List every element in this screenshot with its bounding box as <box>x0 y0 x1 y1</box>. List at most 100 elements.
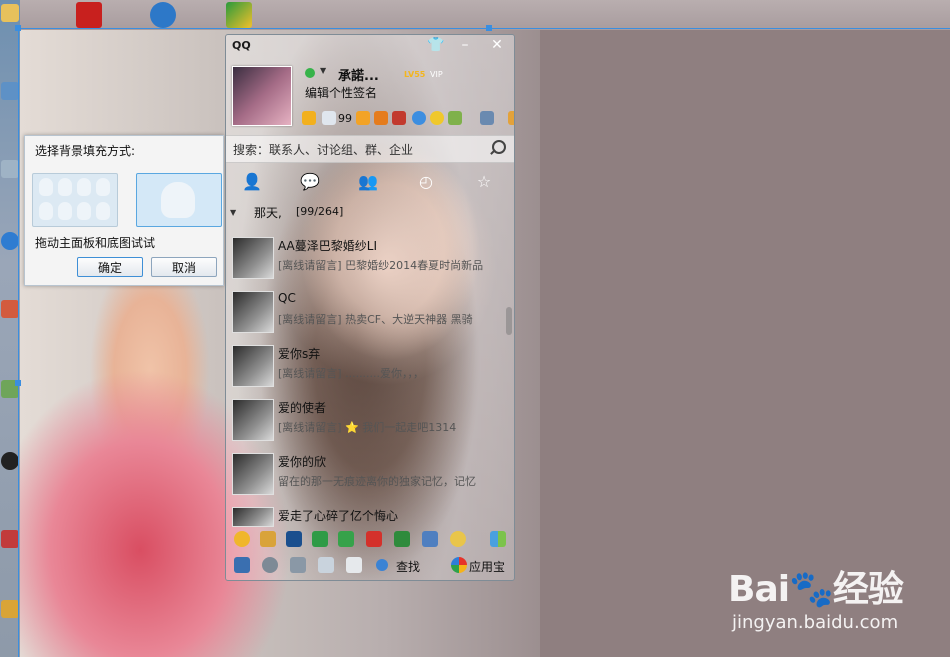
penguin-icon <box>96 202 110 220</box>
cart-icon[interactable] <box>356 111 370 125</box>
app-store-button[interactable]: 应用宝 <box>469 558 505 575</box>
app-icon[interactable] <box>394 531 410 547</box>
contact-name: 爱你的欣 <box>278 455 327 469</box>
file-icon[interactable] <box>318 557 334 573</box>
search-icon[interactable] <box>492 140 506 154</box>
selection-handle[interactable] <box>15 380 21 386</box>
selection-handle[interactable] <box>15 25 21 31</box>
tab-groups-icon[interactable]: 👥 <box>358 172 378 192</box>
penguin-icon <box>39 202 53 220</box>
tab-messages-icon[interactable]: 💬 <box>300 172 320 192</box>
vip-badge[interactable]: VIP <box>430 70 443 79</box>
avatar[interactable] <box>232 66 292 126</box>
signature-field[interactable]: 编辑个性签名 <box>305 84 377 101</box>
fill-option-tile[interactable] <box>32 173 118 227</box>
network-icon[interactable] <box>1 82 19 100</box>
photo-icon[interactable] <box>448 111 462 125</box>
selection-border-left <box>18 28 19 657</box>
pdf-icon[interactable] <box>76 2 102 28</box>
app-icon[interactable] <box>1 530 19 548</box>
speaker-icon[interactable] <box>290 557 306 573</box>
panel-tabs: 👤 💬 👥 ◴ ☆ <box>226 168 514 198</box>
contact-message: [离线请留言] ⭐ 我们一起走吧1314 <box>278 421 457 434</box>
browser-icon[interactable] <box>412 111 426 125</box>
online-status-icon[interactable] <box>305 68 315 78</box>
minimize-icon[interactable]: – <box>456 37 474 53</box>
recycle-bin-icon[interactable] <box>1 160 19 178</box>
app-icon[interactable] <box>450 531 466 547</box>
chevron-down-icon[interactable]: ▼ <box>320 66 326 75</box>
app-store-icon[interactable] <box>451 557 467 573</box>
contact-row[interactable]: 爱你s弃 [离线请留言] ..........爱你，，， <box>226 343 514 397</box>
contact-row[interactable]: QC [离线请留言] 热卖CF、大逆天神器 黑骑 <box>226 289 514 343</box>
selection-handle[interactable] <box>486 25 492 31</box>
contact-name: QC <box>278 291 296 305</box>
app-icon[interactable] <box>286 531 302 547</box>
app-icon[interactable] <box>422 531 438 547</box>
skin-icon[interactable]: 👕 <box>427 37 445 53</box>
menu-icon[interactable] <box>234 557 250 573</box>
tab-space-icon[interactable]: ◴ <box>416 172 436 192</box>
contact-row[interactable]: 爱走了心碎了亿个悔心 <box>226 505 514 527</box>
app-box-icon[interactable] <box>508 111 514 125</box>
penguin-icon <box>96 178 110 196</box>
contact-list-scrollbar[interactable] <box>506 307 512 335</box>
app-toolbar <box>226 529 514 551</box>
ie-icon[interactable] <box>1 232 19 250</box>
contact-row[interactable]: AA蔓泽巴黎婚纱LI [离线请留言] 巴黎婚纱2014春夏时尚新品 <box>226 235 514 289</box>
mailbox-icon[interactable] <box>346 557 362 573</box>
search-input[interactable]: 搜索：联系人、讨论组、群、企业 <box>233 141 413 158</box>
close-icon[interactable]: ✕ <box>488 37 506 53</box>
wallet-icon[interactable] <box>374 111 388 125</box>
contact-avatar <box>232 237 274 279</box>
search-icon[interactable] <box>376 559 388 571</box>
contact-message: 留在的那一无痕迹离你的独家记忆，记忆 <box>278 475 476 488</box>
app-icon[interactable] <box>312 531 328 547</box>
watermark-url: jingyan.baidu.com <box>732 612 899 633</box>
app-icon[interactable] <box>366 531 382 547</box>
star-icon[interactable] <box>302 111 316 125</box>
dolphin-icon[interactable] <box>150 2 176 28</box>
folder-icon[interactable] <box>1 4 19 22</box>
grid-icon[interactable] <box>490 531 506 547</box>
search-bar[interactable]: 搜索：联系人、讨论组、群、企业 <box>226 135 514 163</box>
nickname: 承諾... <box>338 69 379 84</box>
desktop-top-strip <box>0 0 950 30</box>
penguin-icon <box>58 178 72 196</box>
qq-titlebar[interactable]: QQ 👕 – ✕ <box>226 35 514 57</box>
gear-icon[interactable] <box>262 557 278 573</box>
watermark-logo: Bai🐾经验 <box>728 569 904 610</box>
contact-row[interactable]: 爱的使者 [离线请留言] ⭐ 我们一起走吧1314 <box>226 397 514 451</box>
tab-favorites-icon[interactable]: ☆ <box>474 172 494 192</box>
fill-option-stretch[interactable] <box>136 173 222 227</box>
app-icon[interactable] <box>234 531 250 547</box>
selection-border-top <box>18 28 950 29</box>
contact-name: 爱走了心碎了亿个悔心 <box>278 509 399 523</box>
app-icon[interactable] <box>1 300 19 318</box>
contact-message: [离线请留言] 热卖CF、大逆天神器 黑骑 <box>278 313 473 326</box>
game-icon[interactable] <box>392 111 406 125</box>
contact-avatar <box>232 291 274 333</box>
app-icon[interactable] <box>260 531 276 547</box>
level-badge[interactable]: LV55 <box>404 70 425 79</box>
contact-name: 爱的使者 <box>278 401 327 415</box>
shield-icon[interactable] <box>226 2 252 28</box>
contact-group-header[interactable]: ▼ 那天, [99/264] <box>226 202 514 224</box>
desktop-left-strip <box>0 0 20 657</box>
app-icon[interactable] <box>1 600 19 618</box>
contact-avatar <box>232 399 274 441</box>
penguin-icon <box>58 202 72 220</box>
qq-main-panel[interactable]: QQ 👕 – ✕ ▼ 承諾... LV55 VIP 编辑个性签名 99 6 搜索… <box>225 34 515 581</box>
find-button[interactable]: 查找 <box>396 558 420 575</box>
contact-row[interactable]: 爱你的欣 留在的那一无痕迹离你的独家记忆，记忆 <box>226 451 514 505</box>
app-icon[interactable] <box>338 531 354 547</box>
qq-icon[interactable] <box>1 452 19 470</box>
mail-icon[interactable] <box>322 111 336 125</box>
tab-contacts-icon[interactable]: 👤 <box>242 172 262 192</box>
ok-button[interactable]: 确定 <box>77 257 143 277</box>
contact-avatar <box>232 453 274 495</box>
cancel-button[interactable]: 取消 <box>151 257 217 277</box>
plus-icon[interactable] <box>480 111 494 125</box>
penguin-icon <box>39 178 53 196</box>
music-icon[interactable] <box>430 111 444 125</box>
